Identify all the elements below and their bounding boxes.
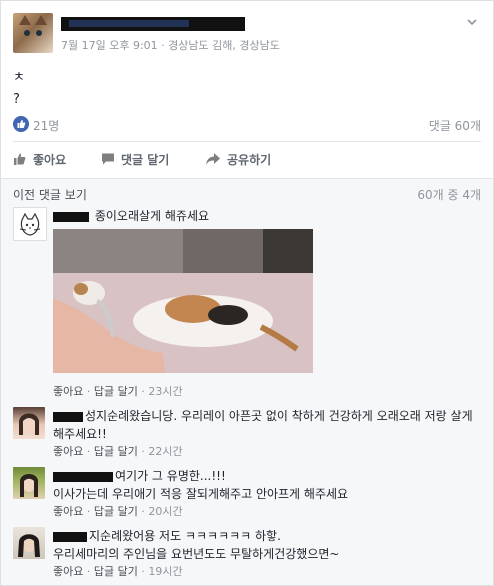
comments-header: 이전 댓글 보기 60개 중 4개 bbox=[13, 183, 481, 203]
comment-button[interactable]: 댓글 달기 bbox=[101, 149, 169, 169]
like-button-label: 좋아요 bbox=[33, 152, 67, 167]
commenter-avatar[interactable] bbox=[13, 527, 45, 559]
post-text-line: ㅊ bbox=[13, 70, 25, 85]
share-button-label: 공유하기 bbox=[227, 152, 272, 167]
cat-sketch-icon bbox=[19, 212, 41, 236]
comment-reply-link[interactable]: 답글 달기 bbox=[94, 385, 138, 398]
commenter-avatar[interactable] bbox=[13, 467, 45, 499]
comment-body: 성지순례왔습니당. 우리레이 아픈곳 없이 착하게 건강하게 오래오래 저랑 살… bbox=[53, 407, 481, 461]
comment-actions: 좋아요 · 답글 달기 · 19시간 bbox=[53, 565, 183, 578]
share-button[interactable]: 공유하기 bbox=[205, 149, 271, 169]
commenter-name-redacted[interactable] bbox=[53, 211, 89, 222]
comment-time[interactable]: 22시간 bbox=[148, 445, 182, 458]
comment-item: 성지순례왔습니당. 우리레이 아픈곳 없이 착하게 건강하게 오래오래 저랑 살… bbox=[13, 407, 481, 463]
commenter-avatar[interactable] bbox=[13, 207, 47, 241]
comment-like-link[interactable]: 좋아요 bbox=[53, 445, 83, 458]
divider bbox=[13, 141, 481, 142]
comment-item: 지순례왔어용 저도 ㅋㅋㅋㅋㅋㅋ 하핳. 우리세마리의 주인님을 요번년도도 무… bbox=[13, 527, 481, 583]
like-button[interactable]: 좋아요 bbox=[13, 149, 66, 169]
comment-time[interactable]: 19시간 bbox=[148, 565, 182, 578]
author-avatar[interactable] bbox=[13, 13, 53, 53]
thumbs-up-icon bbox=[14, 153, 26, 165]
commenter-name-redacted[interactable] bbox=[53, 531, 87, 542]
comment-reply-link[interactable]: 답글 달기 bbox=[94, 565, 138, 578]
comment-text-line2: 이사가는데 우리애기 적응 잘되게해주고 안아프게 해주세요 bbox=[53, 487, 349, 501]
comment-reply-link[interactable]: 답글 달기 bbox=[94, 445, 138, 458]
comment-actions: 좋아요 · 답글 달기 · 20시간 bbox=[53, 505, 183, 518]
person-avatar-icon bbox=[18, 534, 40, 557]
comment-body: 여기가 그 유명한...!!! 이사가는데 우리애기 적응 잘되게해주고 안아프… bbox=[53, 467, 481, 521]
post-header: 7월 17일 오후 9:01 · 경상남도 김해, 경상남도 bbox=[13, 13, 481, 57]
comment-time[interactable]: 23시간 bbox=[148, 385, 182, 398]
like-count[interactable]: 21명 bbox=[33, 117, 59, 134]
post-card: 7월 17일 오후 9:01 · 경상남도 김해, 경상남도 ㅊ ? 21명 댓… bbox=[0, 0, 494, 586]
comment-body: 지순례왔어용 저도 ㅋㅋㅋㅋㅋㅋ 하핳. 우리세마리의 주인님을 요번년도도 무… bbox=[53, 527, 481, 581]
comment-like-link[interactable]: 좋아요 bbox=[53, 385, 83, 398]
comment-text-line1: 여기가 그 유명한...!!! bbox=[115, 469, 226, 483]
commenter-name-redacted[interactable] bbox=[53, 471, 113, 482]
comment-body: 종이오래살게 해쥬세요 bbox=[53, 207, 481, 225]
comment-text-line1: 지순례왔어용 저도 ㅋㅋㅋㅋㅋㅋ 하핳. bbox=[89, 529, 281, 543]
comment-text: 종이오래살게 해쥬세요 bbox=[94, 209, 210, 223]
comment-text: 성지순례왔습니당. 우리레이 아픈곳 없이 착하게 건강하게 오래오래 저랑 살… bbox=[53, 409, 473, 441]
person-avatar-icon bbox=[19, 413, 39, 435]
commenter-avatar[interactable] bbox=[13, 407, 45, 439]
commenter-name-redacted[interactable] bbox=[53, 411, 83, 422]
comment-icon bbox=[102, 153, 114, 165]
comment-like-link[interactable]: 좋아요 bbox=[53, 565, 83, 578]
comment-item: 여기가 그 유명한...!!! 이사가는데 우리애기 적응 잘되게해주고 안아프… bbox=[13, 467, 481, 523]
comment-text-line2: 우리세마리의 주인님을 요번년도도 무탈하게건강했으면~ bbox=[53, 547, 340, 561]
share-icon bbox=[206, 153, 220, 165]
comment-item: 종이오래살게 해쥬세요 좋아요 · 답글 달기 · 23시간 bbox=[13, 207, 481, 398]
comments-section: 이전 댓글 보기 60개 중 4개 종이오래살게 해쥬세요 좋아요 · 답글 달… bbox=[1, 178, 493, 585]
action-bar: 좋아요 댓글 달기 공유하기 bbox=[13, 147, 481, 171]
comments-count-indicator: 60개 중 4개 bbox=[417, 188, 481, 202]
post-meta[interactable]: 7월 17일 오후 9:01 · 경상남도 김해, 경상남도 bbox=[61, 37, 280, 53]
comment-photo[interactable] bbox=[53, 229, 313, 373]
author-name-redacted[interactable] bbox=[61, 17, 245, 31]
post-body: ㅊ ? bbox=[13, 67, 25, 111]
post-stats: 21명 댓글 60개 bbox=[13, 113, 481, 135]
comment-like-link[interactable]: 좋아요 bbox=[53, 505, 83, 518]
comment-actions: 좋아요 · 답글 달기 · 23시간 bbox=[53, 385, 183, 398]
comment-actions: 좋아요 · 답글 달기 · 22시간 bbox=[53, 445, 183, 458]
person-avatar-icon bbox=[20, 474, 38, 497]
view-previous-comments-link[interactable]: 이전 댓글 보기 bbox=[13, 186, 87, 203]
post-text-line: ? bbox=[13, 92, 20, 107]
comment-reply-link[interactable]: 답글 달기 bbox=[94, 505, 138, 518]
comment-time[interactable]: 20시간 bbox=[148, 505, 182, 518]
chevron-down-icon[interactable] bbox=[465, 15, 479, 29]
comment-count[interactable]: 댓글 60개 bbox=[429, 117, 481, 134]
comment-button-label: 댓글 달기 bbox=[121, 152, 170, 167]
like-badge-icon[interactable] bbox=[13, 116, 29, 132]
